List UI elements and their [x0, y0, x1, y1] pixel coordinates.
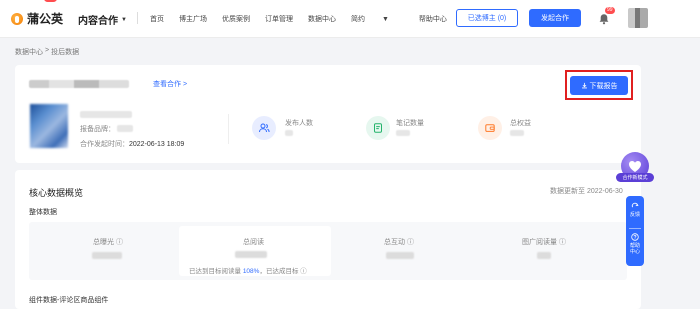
- wallet-icon: [478, 116, 502, 140]
- help-center-button[interactable]: 帮助 中心: [626, 233, 644, 255]
- start-cooperation-button[interactable]: 发起合作: [529, 9, 581, 27]
- overall-data-subtitle: 整体数据: [29, 209, 57, 216]
- nav-item-cases[interactable]: 优质案例: [222, 14, 250, 24]
- metric-value-blurred: [235, 251, 267, 258]
- brand-value-blurred: [117, 125, 133, 132]
- metric-value-blurred: [537, 252, 551, 259]
- nav-item-home[interactable]: 首页: [150, 14, 164, 24]
- breadcrumb: 数据中心 > 投后数据: [15, 47, 79, 57]
- breadcrumb-separator: >: [45, 47, 50, 54]
- metric-value-blurred: [92, 252, 122, 259]
- selected-creators-button[interactable]: 已选博主 (0): [456, 9, 518, 27]
- stat-value-blurred: [396, 130, 410, 136]
- nav-item-dropdown[interactable]: 简约 ▼: [351, 14, 404, 24]
- metric-label-image-reads: 图广阅读量 ⓘ: [522, 239, 566, 246]
- product-label: 内容合作: [78, 16, 118, 27]
- metric-label-reads: 总阅读: [243, 239, 264, 246]
- time-label: 合作发起时间：: [80, 141, 129, 148]
- metric-label-interactions: 总互动 ⓘ: [384, 239, 414, 246]
- logo-text: 蒲公英: [27, 12, 64, 26]
- metric-value-blurred: [386, 252, 414, 259]
- download-icon: [581, 82, 587, 89]
- note-icon: [366, 116, 390, 140]
- reach-value: 108%: [242, 268, 260, 275]
- download-report-button[interactable]: 下载报告: [570, 76, 628, 95]
- panel-divider: [629, 228, 641, 229]
- reach-target-text: 已达到目标阅读量 108%，已达成目标 ⓘ: [189, 265, 307, 275]
- stat-label-publishers: 发布人数: [285, 120, 313, 127]
- help-label-line2: 中心: [629, 249, 640, 255]
- breadcrumb-parent[interactable]: 数据中心: [15, 47, 43, 57]
- stat-value-blurred: [285, 130, 293, 136]
- cooperation-mode-label[interactable]: 合作新模式: [616, 173, 654, 182]
- component-data-title: 组件数据-评论区商品组件: [29, 297, 109, 304]
- nav-divider: [137, 12, 138, 24]
- logo[interactable]: 蒲公英: [10, 10, 63, 27]
- nav-item-dropdown-label: 简约: [351, 16, 365, 23]
- download-report-label: 下载报告: [589, 82, 618, 90]
- caret-down-icon: ▼: [381, 16, 389, 23]
- feedback-label: 反馈: [629, 212, 640, 218]
- dandelion-logo-icon: [10, 12, 24, 26]
- reach-prefix: 已达到目标阅读量: [189, 268, 241, 275]
- notification-badge: 99: [605, 7, 615, 14]
- metric-label-exposure: 总曝光 ⓘ: [93, 239, 123, 246]
- nav-item-help[interactable]: 帮助中心: [419, 14, 447, 24]
- stat-label-rights: 总权益: [510, 120, 531, 127]
- stat-divider: [228, 114, 229, 144]
- help-side-panel: 反馈 帮助 中心: [626, 196, 644, 266]
- logo-new-badge: new: [44, 0, 58, 2]
- product-switcher[interactable]: 内容合作 ▼: [78, 12, 127, 27]
- nav-item-data-center[interactable]: 数据中心: [308, 14, 336, 24]
- stat-value-blurred: [510, 130, 524, 136]
- caret-down-icon: ▼: [121, 16, 127, 23]
- heart-icon: [629, 160, 641, 172]
- creator-name-blurred: [80, 111, 132, 118]
- feedback-button[interactable]: 反馈: [626, 202, 644, 218]
- time-value: 2022-06-13 18:09: [129, 141, 185, 148]
- nav-item-creator-plaza[interactable]: 博主广场: [179, 14, 207, 24]
- brand-label: 报备品牌：: [80, 126, 115, 133]
- top-navigation: 蒲公英 new 内容合作 ▼ 首页 博主广场 优质案例 订单管理 数据中心 简约…: [0, 0, 700, 38]
- avatar[interactable]: [628, 8, 648, 28]
- time-row: 合作发起时间：2022-06-13 18:09: [80, 139, 184, 149]
- nav-item-orders[interactable]: 订单管理: [265, 14, 293, 24]
- help-icon: [631, 233, 639, 241]
- note-cover-image[interactable]: [30, 104, 68, 148]
- breadcrumb-current: 投后数据: [51, 49, 80, 56]
- order-title-blurred: [29, 80, 129, 88]
- data-update-label: 数据更新至 2022-06-30: [550, 188, 623, 195]
- refresh-icon: [631, 202, 639, 208]
- core-data-title: 核心数据概览: [29, 188, 84, 198]
- view-cooperation-link[interactable]: 查看合作 >: [153, 79, 187, 89]
- stat-label-notes: 笔记数量: [396, 120, 424, 127]
- brand-row: 报备品牌：: [80, 124, 115, 134]
- nav-links: 首页 博主广场 优质案例 订单管理 数据中心 简约 ▼ 帮助中心: [150, 14, 462, 24]
- reach-suffix: ，已达成目标 ⓘ: [259, 268, 307, 275]
- bell-icon[interactable]: [598, 13, 610, 25]
- users-icon: [252, 116, 276, 140]
